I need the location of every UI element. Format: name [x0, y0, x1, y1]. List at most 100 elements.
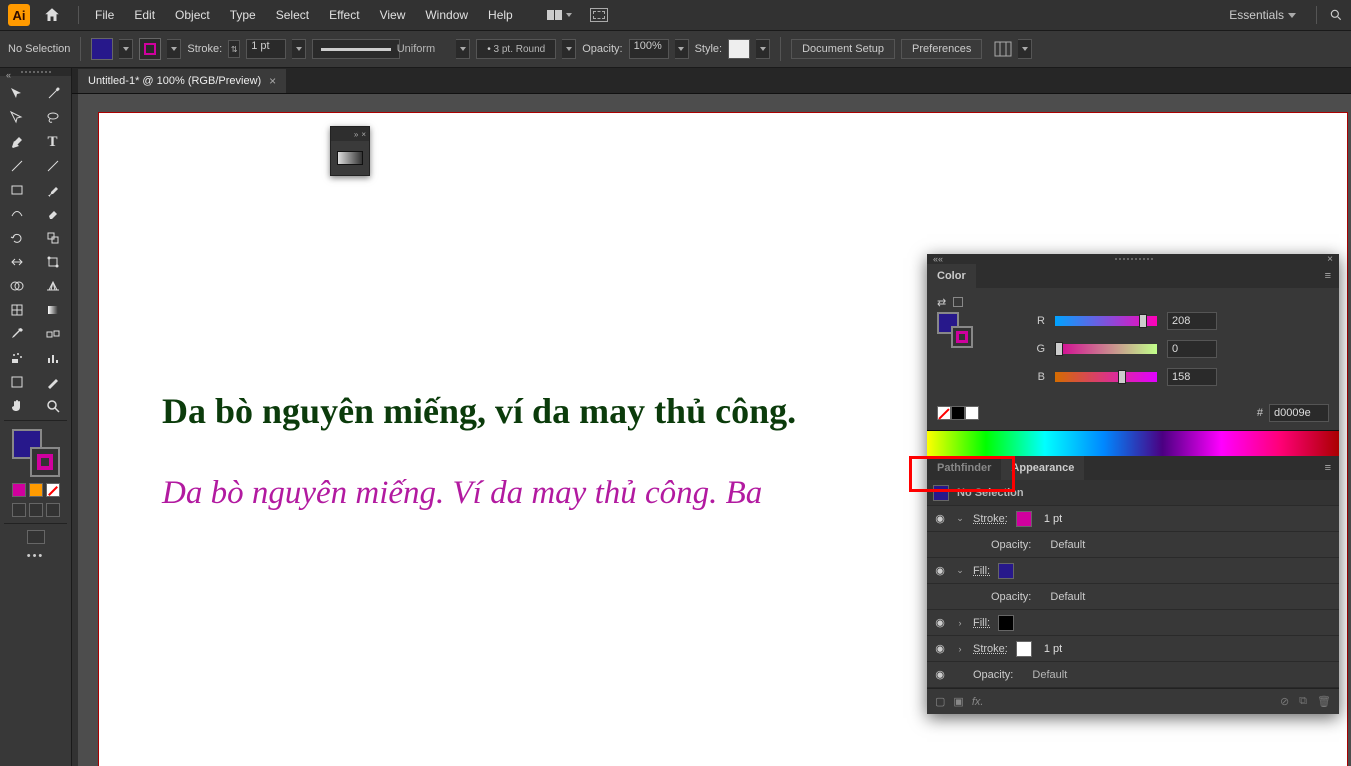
delete-item-icon[interactable]: 🗑 [1317, 695, 1331, 708]
default-fill-stroke-icon[interactable] [953, 297, 963, 307]
color-spectrum[interactable] [927, 430, 1339, 456]
document-setup-button[interactable]: Document Setup [791, 39, 895, 59]
opacity-dropdown[interactable] [675, 39, 689, 59]
color-mode-none[interactable] [46, 483, 60, 497]
panel-drag-handle[interactable]: «« × [927, 254, 1339, 264]
document-tab[interactable]: Untitled-1* @ 100% (RGB/Preview) × [78, 69, 286, 93]
menu-file[interactable]: File [87, 4, 122, 26]
menu-help[interactable]: Help [480, 4, 521, 26]
expand-toggle[interactable]: › [955, 644, 965, 654]
menu-window[interactable]: Window [417, 4, 476, 26]
width-tool[interactable] [0, 250, 34, 274]
r-slider[interactable] [1055, 316, 1157, 326]
style-swatch[interactable] [728, 39, 750, 59]
stroke-color[interactable] [951, 326, 973, 348]
preferences-button[interactable]: Preferences [901, 39, 982, 59]
canvas-text-1[interactable]: Da bò nguyên miếng, ví da may thủ công. [162, 390, 796, 432]
edit-toolbar-icon[interactable]: ••• [0, 550, 71, 562]
stroke-swatch[interactable] [139, 38, 161, 60]
opacity-input[interactable]: 100% [629, 39, 669, 59]
eyedropper-tool[interactable] [0, 322, 34, 346]
stroke-color-swatch[interactable] [1016, 511, 1032, 527]
opacity-value[interactable]: Default [1050, 539, 1085, 551]
panel-menu-icon[interactable]: ≡ [1325, 270, 1331, 282]
menu-select[interactable]: Select [268, 4, 317, 26]
canvas-text-2[interactable]: Da bò nguyên miếng. Ví da may thủ công. … [162, 475, 762, 512]
visibility-toggle[interactable]: ◉ [933, 512, 947, 526]
panel-menu-icon[interactable]: ≡ [1325, 462, 1331, 474]
black-color[interactable] [951, 406, 965, 420]
close-icon[interactable]: × [1327, 254, 1333, 265]
brush-definition[interactable]: • 3 pt. Round [476, 39, 556, 59]
stroke-color-box[interactable] [30, 447, 60, 477]
close-tab-icon[interactable]: × [269, 74, 276, 88]
g-slider[interactable] [1055, 344, 1157, 354]
stroke-attribute-label[interactable]: Stroke: [973, 513, 1008, 525]
visibility-toggle[interactable]: ◉ [933, 642, 947, 656]
duplicate-item-icon[interactable]: ⧉ [1299, 695, 1307, 708]
expand-toggle[interactable]: ⌄ [955, 565, 965, 576]
brush-dropdown[interactable] [562, 39, 576, 59]
opacity-value[interactable]: Default [1050, 591, 1085, 603]
fill-color-swatch[interactable] [998, 563, 1014, 579]
paintbrush-tool[interactable] [36, 178, 70, 202]
fill-attribute-label[interactable]: Fill: [973, 617, 990, 629]
workspace-switcher[interactable]: Essentials [1221, 4, 1304, 26]
fill-attribute-label[interactable]: Fill: [973, 565, 990, 577]
stroke-color-swatch[interactable] [1016, 641, 1032, 657]
arc-tool[interactable] [36, 154, 70, 178]
stroke-weight-link-icon[interactable]: ⇅ [228, 40, 240, 58]
blend-tool[interactable] [36, 322, 70, 346]
screen-mode[interactable] [27, 530, 45, 544]
shape-builder-tool[interactable] [0, 274, 34, 298]
scale-tool[interactable] [36, 226, 70, 250]
type-tool[interactable]: T [36, 130, 70, 154]
menu-edit[interactable]: Edit [126, 4, 163, 26]
align-to-dropdown[interactable] [1018, 39, 1032, 59]
line-tool[interactable] [0, 154, 34, 178]
magic-wand-tool[interactable] [36, 82, 70, 106]
symbol-sprayer-tool[interactable] [0, 346, 34, 370]
shaper-tool[interactable] [0, 202, 34, 226]
clear-appearance-icon[interactable]: ⊘ [1280, 695, 1289, 708]
color-panel-tab[interactable]: Color [927, 264, 976, 288]
color-mode-solid[interactable] [12, 483, 26, 497]
free-transform-tool[interactable] [36, 250, 70, 274]
color-fill-stroke[interactable] [937, 312, 973, 348]
pathfinder-panel-tab[interactable]: Pathfinder [927, 456, 1001, 480]
rectangle-tool[interactable] [0, 178, 34, 202]
b-value[interactable]: 158 [1167, 368, 1217, 386]
fill-dropdown[interactable] [119, 39, 133, 59]
opacity-value[interactable]: Default [1032, 669, 1067, 681]
fill-swatch[interactable] [91, 38, 113, 60]
home-icon[interactable] [40, 3, 64, 27]
draw-inside[interactable] [46, 503, 60, 517]
stroke-dropdown[interactable] [167, 39, 181, 59]
visibility-toggle[interactable]: ◉ [933, 616, 947, 630]
color-mode-gradient[interactable] [29, 483, 43, 497]
none-color[interactable] [937, 406, 951, 420]
stroke-attribute-label[interactable]: Stroke: [973, 643, 1008, 655]
g-value[interactable]: 0 [1167, 340, 1217, 358]
slice-tool[interactable] [36, 370, 70, 394]
mesh-tool[interactable] [0, 298, 34, 322]
draw-behind[interactable] [29, 503, 43, 517]
opacity-attribute-label[interactable]: Opacity: [973, 669, 1013, 681]
swap-fill-stroke-icon[interactable]: ⇄ [937, 296, 949, 308]
perspective-grid-tool[interactable] [36, 274, 70, 298]
expand-toggle[interactable]: › [955, 618, 965, 628]
draw-normal[interactable] [12, 503, 26, 517]
menu-type[interactable]: Type [222, 4, 264, 26]
r-value[interactable]: 208 [1167, 312, 1217, 330]
gradient-swatch[interactable] [337, 151, 363, 165]
expand-toggle[interactable]: ⌄ [955, 513, 965, 524]
stroke-weight-value[interactable]: 1 pt [1044, 643, 1062, 655]
new-art-has-basic-icon[interactable]: ▢ [935, 695, 945, 708]
zoom-tool[interactable] [36, 394, 70, 418]
eraser-tool[interactable] [36, 202, 70, 226]
menu-view[interactable]: View [372, 4, 414, 26]
search-icon[interactable] [1329, 8, 1343, 22]
pen-tool[interactable] [0, 130, 34, 154]
collapse-icon[interactable]: «« [933, 254, 943, 264]
direct-selection-tool[interactable] [0, 106, 34, 130]
